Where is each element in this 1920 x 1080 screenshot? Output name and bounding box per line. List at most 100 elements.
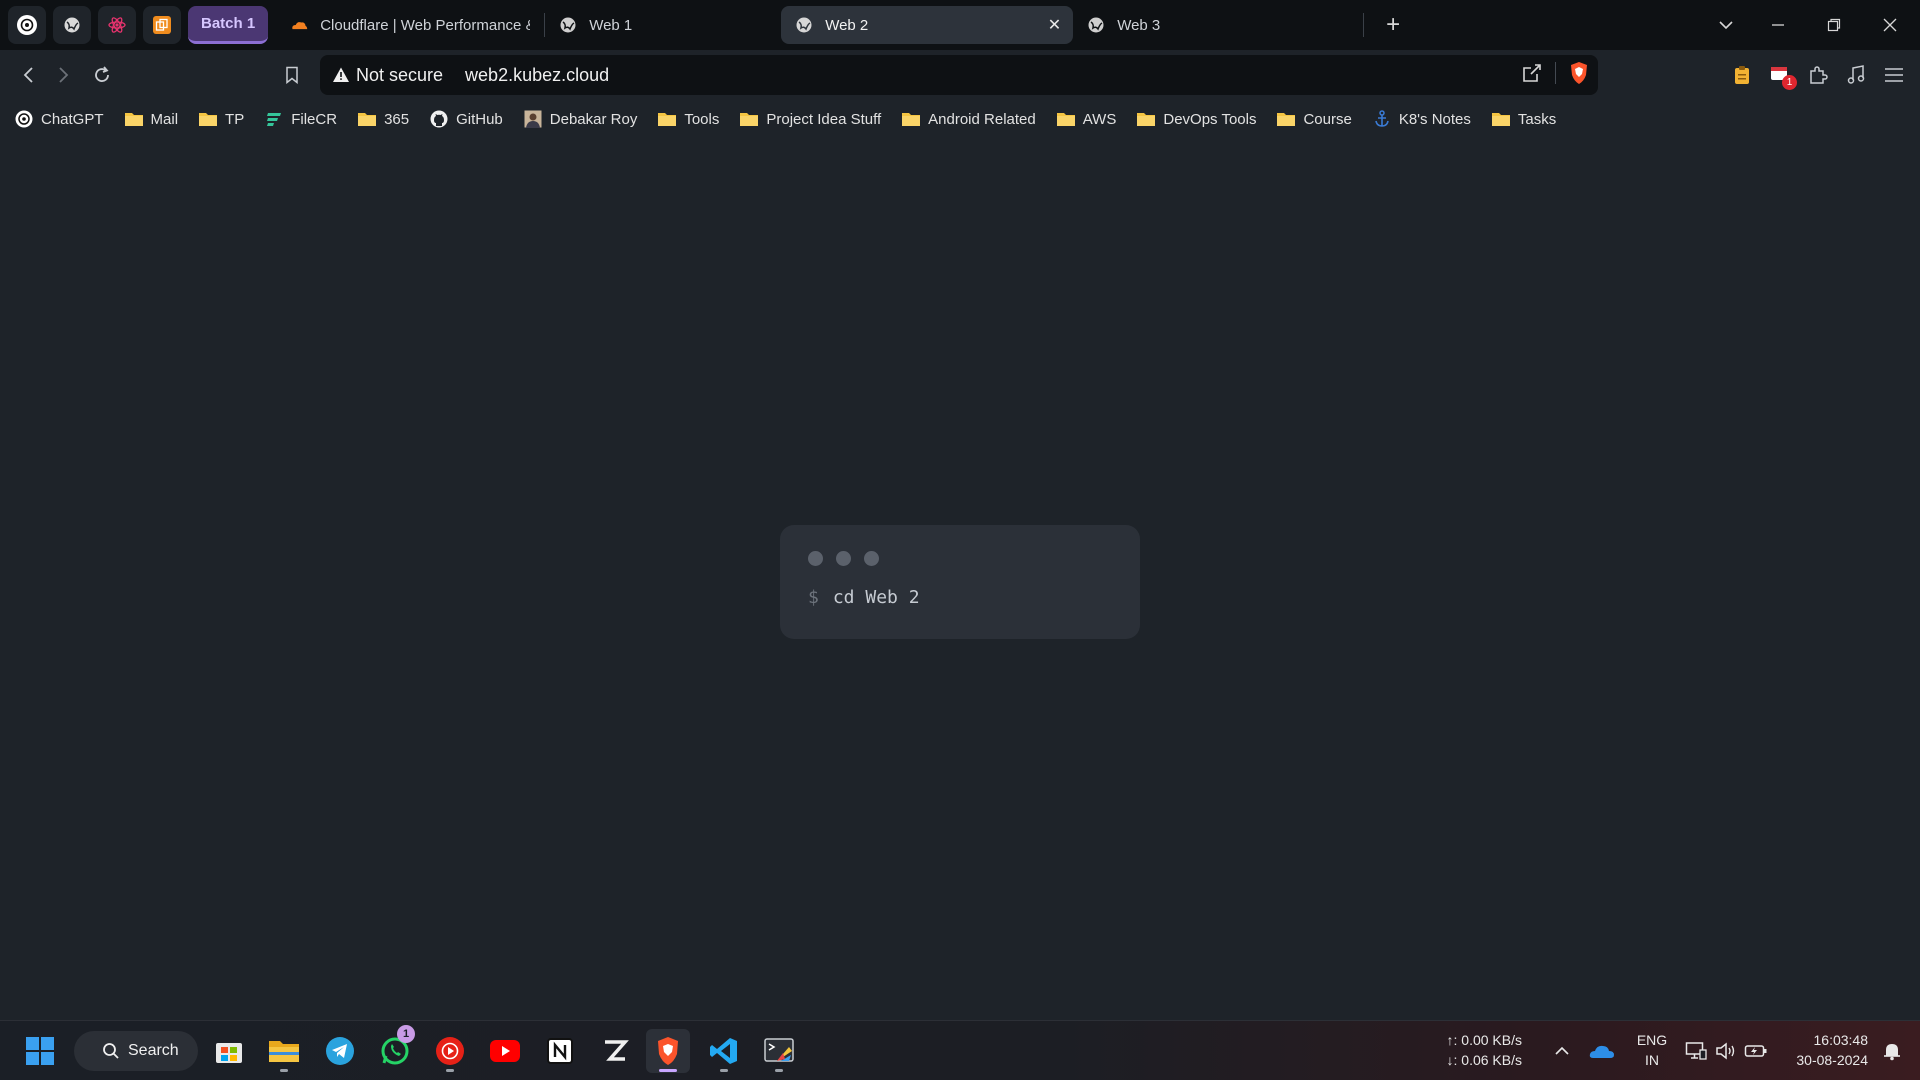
running-indicator	[720, 1069, 728, 1072]
bookmark-item[interactable]: AWS	[1056, 110, 1117, 128]
folder-icon	[657, 110, 677, 128]
snipping-tool-icon[interactable]	[757, 1029, 801, 1073]
tab-title: Cloudflare | Web Performance & Se	[320, 16, 530, 34]
clock[interactable]: 16:03:48 30-08-2024	[1776, 1030, 1868, 1070]
file-explorer-icon[interactable]	[262, 1029, 306, 1073]
bookmark-item[interactable]: K8's Notes	[1372, 110, 1471, 128]
region: IN	[1645, 1052, 1659, 1068]
folder-icon	[1136, 110, 1156, 128]
window-dot	[836, 551, 851, 566]
bookmark-item[interactable]: ChatGPT	[14, 110, 104, 128]
new-tab-button[interactable]: +	[1374, 6, 1412, 44]
tab-title: Web 3	[1117, 16, 1161, 34]
bookmark-label: K8's Notes	[1398, 110, 1471, 128]
bookmark-label: Course	[1303, 110, 1352, 128]
bookmark-item[interactable]: Project Idea Stuff	[739, 110, 881, 128]
bookmark-item[interactable]: DevOps Tools	[1136, 110, 1256, 128]
menu-hamburger-icon[interactable]	[1876, 57, 1912, 93]
brave-shields-icon[interactable]	[1568, 61, 1590, 85]
running-indicator	[775, 1069, 783, 1072]
media-music-icon[interactable]	[1838, 57, 1874, 93]
bookmark-label: ChatGPT	[41, 110, 104, 128]
cloudflare-icon	[290, 16, 308, 34]
pinned-tab-chatgpt[interactable]	[8, 6, 46, 44]
bookmark-item[interactable]: GitHub	[429, 110, 503, 128]
taskbar: Search 1 ↑: 0.00 KB/s ↓: 0.06 KB/s ENG I…	[0, 1020, 1920, 1080]
prompt-symbol: $	[808, 587, 819, 608]
warning-icon[interactable]	[332, 66, 350, 84]
minimize-button[interactable]	[1750, 0, 1806, 50]
reload-button[interactable]	[84, 57, 120, 93]
clipboard-extension-icon[interactable]	[1724, 57, 1760, 93]
tab-web-1[interactable]: Web 1	[545, 6, 781, 44]
chatgpt-icon	[14, 110, 34, 128]
whatsapp-icon[interactable]: 1	[373, 1025, 417, 1073]
bookmark-label: GitHub	[456, 110, 503, 128]
tab-web-2[interactable]: Web 2 ✕	[781, 6, 1074, 44]
window-dot	[864, 551, 879, 566]
notion-icon[interactable]	[538, 1029, 582, 1073]
battery-charging-icon[interactable]	[1736, 1029, 1776, 1073]
taskbar-search[interactable]: Search	[74, 1031, 198, 1071]
running-indicator	[446, 1069, 454, 1072]
bookmark-item[interactable]: Tasks	[1491, 110, 1556, 128]
close-window-button[interactable]	[1862, 0, 1918, 50]
youtube-music-icon[interactable]	[428, 1029, 472, 1073]
pinned-tab-copy[interactable]	[143, 6, 181, 44]
bookmark-label: AWS	[1082, 110, 1117, 128]
tab-web-3[interactable]: Web 3	[1073, 6, 1363, 44]
back-button[interactable]	[10, 57, 46, 93]
bookmark-item[interactable]: FileCR	[264, 110, 337, 128]
brave-browser-icon[interactable]	[646, 1029, 690, 1073]
tab-group-label[interactable]: Batch 1	[188, 6, 269, 44]
extension-with-badge-icon[interactable]: 1	[1762, 57, 1798, 93]
bookmark-item[interactable]: TP	[198, 110, 244, 128]
folder-icon	[1276, 110, 1296, 128]
zed-icon[interactable]	[593, 1029, 637, 1073]
window-dot	[808, 551, 823, 566]
start-button[interactable]	[18, 1029, 62, 1073]
youtube-icon[interactable]	[483, 1029, 527, 1073]
bookmark-item[interactable]: Tools	[657, 110, 719, 128]
restore-button[interactable]	[1806, 0, 1862, 50]
forward-button[interactable]	[46, 57, 82, 93]
url-text[interactable]: web2.kubez.cloud	[465, 65, 609, 86]
address-bar[interactable]: Not secure web2.kubez.cloud	[320, 55, 1598, 95]
pinned-tab-react[interactable]	[98, 6, 136, 44]
globe-icon	[1087, 16, 1105, 34]
prompt-command: cd Web 2	[832, 587, 920, 608]
globe-icon	[62, 15, 82, 35]
search-icon	[102, 1042, 120, 1060]
extensions-puzzle-icon[interactable]	[1800, 57, 1836, 93]
bookmark-label: Debakar Roy	[549, 110, 638, 128]
tab-search-chevron-icon[interactable]	[1698, 0, 1754, 50]
notification-bell-icon[interactable]	[1872, 1029, 1912, 1073]
filecr-icon	[264, 110, 284, 128]
copy-icon	[153, 16, 171, 34]
pinned-tab-globe[interactable]	[53, 6, 91, 44]
bookmark-label: 365	[384, 110, 410, 128]
language-indicator[interactable]: ENG IN	[1630, 1030, 1674, 1070]
security-label[interactable]: Not secure	[356, 65, 443, 86]
divider	[1555, 62, 1556, 84]
bookmark-item[interactable]: 365	[357, 110, 409, 128]
tab-title: Web 2	[825, 16, 869, 34]
page-content: $ cd Web 2	[0, 138, 1920, 1020]
bookmark-item[interactable]: Course	[1276, 110, 1352, 128]
window-dots	[808, 551, 879, 566]
vscode-icon[interactable]	[702, 1029, 746, 1073]
net-upload: ↑: 0.00 KB/s	[1446, 1032, 1522, 1048]
share-icon[interactable]	[1521, 62, 1543, 84]
close-icon[interactable]: ✕	[1048, 15, 1061, 35]
bookmark-icon[interactable]	[274, 57, 310, 93]
bookmark-item[interactable]: Debakar Roy	[523, 110, 638, 128]
bookmark-item[interactable]: Android Related	[901, 110, 1036, 128]
telegram-icon[interactable]	[318, 1029, 362, 1073]
folder-icon	[1056, 110, 1076, 128]
microsoft-store-icon[interactable]	[207, 1029, 251, 1073]
chevron-up-icon[interactable]	[1540, 1029, 1584, 1073]
react-icon	[107, 15, 127, 35]
bookmark-item[interactable]: Mail	[124, 110, 178, 128]
onedrive-icon[interactable]	[1580, 1029, 1624, 1073]
tab-cloudflare[interactable]: Cloudflare | Web Performance & Se	[276, 6, 544, 44]
